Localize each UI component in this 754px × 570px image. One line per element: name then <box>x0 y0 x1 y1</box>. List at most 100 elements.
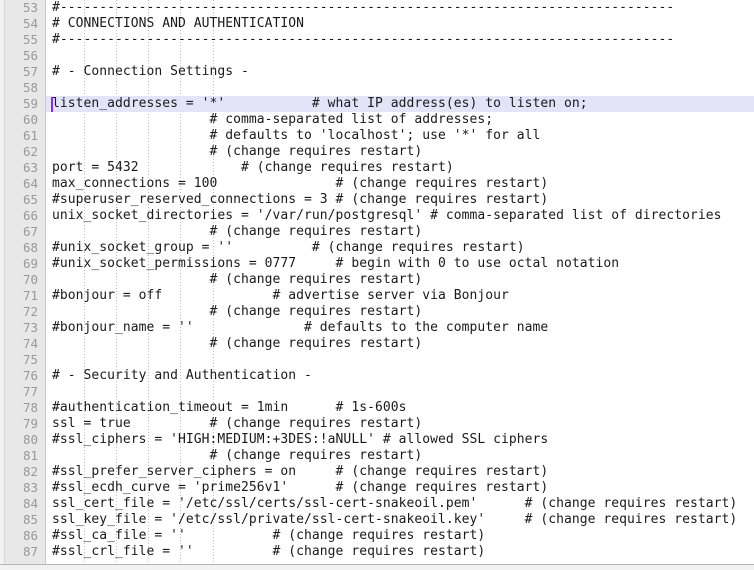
code-line[interactable]: 58 <box>0 80 754 96</box>
line-text: max_connections = 100 # (change requires… <box>52 176 549 191</box>
line-text: #ssl_ecdh_curve = 'prime256v1' # (change… <box>52 480 549 495</box>
code-line[interactable]: 75 <box>0 352 754 368</box>
line-text: # (change requires restart) <box>52 304 423 319</box>
code-line[interactable]: 67 # (change requires restart) <box>0 224 754 240</box>
line-text: #ssl_ciphers = 'HIGH:MEDIUM:+3DES:!aNULL… <box>52 432 549 447</box>
line-text: # - Connection Settings - <box>52 64 249 79</box>
code-line[interactable]: 63 port = 5432 # (change requires restart… <box>0 160 754 176</box>
line-text: ssl_cert_file = '/etc/ssl/certs/ssl-cert… <box>52 496 738 511</box>
code-line[interactable]: 84 ssl_cert_file = '/etc/ssl/certs/ssl-ce… <box>0 496 754 512</box>
line-text: # defaults to 'localhost'; use '*' for a… <box>52 128 541 143</box>
line-number: 61 <box>22 128 38 143</box>
line-number: 58 <box>22 80 38 95</box>
line-text: # (change requires restart) <box>52 224 423 239</box>
line-text: #authentication_timeout = 1min # 1s-600s <box>52 400 407 415</box>
line-text: # (change requires restart) <box>52 336 423 351</box>
line-text: #unix_socket_group = '' # (change requir… <box>52 240 525 255</box>
line-text: #ssl_ca_file = '' # (change requires res… <box>52 528 486 543</box>
code-line[interactable]: 57 # - Connection Settings - <box>0 64 754 80</box>
code-line[interactable]: 66 unix_socket_directories = '/var/run/po… <box>0 208 754 224</box>
line-number: 55 <box>22 32 38 47</box>
line-number: 86 <box>22 528 38 543</box>
line-number: 83 <box>22 480 38 495</box>
text-caret <box>51 97 53 112</box>
text-editor-view[interactable]: 53 #-------------------------------------… <box>0 0 754 570</box>
line-number: 63 <box>22 160 38 175</box>
code-line[interactable]: 74 # (change requires restart) <box>0 336 754 352</box>
line-text: # CONNECTIONS AND AUTHENTICATION <box>52 16 305 31</box>
code-line[interactable]: 79 ssl = true # (change requires restart) <box>0 416 754 432</box>
code-line[interactable]: 76 # - Security and Authentication - <box>0 368 754 384</box>
line-text: # - Security and Authentication - <box>52 368 312 383</box>
line-number: 72 <box>22 304 38 319</box>
code-line[interactable]: 59 listen_addresses = '*' # what IP addre… <box>0 96 754 112</box>
line-number: 67 <box>22 224 38 239</box>
code-line[interactable]: 55 #-------------------------------------… <box>0 32 754 48</box>
editor-bottom-rule <box>0 564 754 570</box>
line-number: 81 <box>22 448 38 463</box>
line-text: # (change requires restart) <box>52 144 423 159</box>
code-lines[interactable]: 53 #-------------------------------------… <box>0 0 754 560</box>
line-number: 68 <box>22 240 38 255</box>
line-text: ssl = true # (change requires restart) <box>52 416 423 431</box>
line-number: 71 <box>22 288 38 303</box>
line-number: 69 <box>22 256 38 271</box>
line-text: listen_addresses = '*' # what IP address… <box>52 96 588 111</box>
line-text: #bonjour_name = '' # defaults to the com… <box>52 320 549 335</box>
line-number: 56 <box>22 48 38 63</box>
line-number: 57 <box>22 64 38 79</box>
line-text: port = 5432 # (change requires restart) <box>52 160 454 175</box>
code-line[interactable]: 56 <box>0 48 754 64</box>
code-line[interactable]: 80 #ssl_ciphers = 'HIGH:MEDIUM:+3DES:!aNU… <box>0 432 754 448</box>
line-number: 66 <box>22 208 38 223</box>
code-line[interactable]: 62 # (change requires restart) <box>0 144 754 160</box>
editor-left-edge-strip <box>0 0 5 570</box>
line-number: 85 <box>22 512 38 527</box>
line-text: #---------------------------------------… <box>52 32 675 47</box>
line-number: 77 <box>22 384 38 399</box>
line-text: unix_socket_directories = '/var/run/post… <box>52 208 722 223</box>
line-number: 87 <box>22 544 38 559</box>
code-line[interactable]: 69 #unix_socket_permissions = 0777 # begi… <box>0 256 754 272</box>
line-number: 73 <box>22 320 38 335</box>
line-text: # (change requires restart) <box>52 448 423 463</box>
code-line[interactable]: 64 max_connections = 100 # (change requir… <box>0 176 754 192</box>
code-line[interactable]: 71 #bonjour = off # advertise server via … <box>0 288 754 304</box>
code-line[interactable]: 72 # (change requires restart) <box>0 304 754 320</box>
code-line[interactable]: 86 #ssl_ca_file = '' # (change requires r… <box>0 528 754 544</box>
line-text: #ssl_prefer_server_ciphers = on # (chang… <box>52 464 549 479</box>
line-text: ssl_key_file = '/etc/ssl/private/ssl-cer… <box>52 512 738 527</box>
line-text: #superuser_reserved_connections = 3 # (c… <box>52 192 549 207</box>
code-line[interactable]: 73 #bonjour_name = '' # defaults to the c… <box>0 320 754 336</box>
line-text: #ssl_crl_file = '' # (change requires re… <box>52 544 486 559</box>
line-text: #bonjour = off # advertise server via Bo… <box>52 288 509 303</box>
line-number: 53 <box>22 0 38 15</box>
code-line[interactable]: 68 #unix_socket_group = '' # (change requ… <box>0 240 754 256</box>
line-number: 64 <box>22 176 38 191</box>
line-number: 75 <box>22 352 38 367</box>
line-number: 74 <box>22 336 38 351</box>
code-line[interactable]: 83 #ssl_ecdh_curve = 'prime256v1' # (chan… <box>0 480 754 496</box>
code-line[interactable]: 78 #authentication_timeout = 1min # 1s-60… <box>0 400 754 416</box>
line-text: #---------------------------------------… <box>52 0 675 15</box>
code-line[interactable]: 81 # (change requires restart) <box>0 448 754 464</box>
line-number: 84 <box>22 496 38 511</box>
code-line[interactable]: 54 # CONNECTIONS AND AUTHENTICATION <box>0 16 754 32</box>
line-number: 54 <box>22 16 38 31</box>
code-line[interactable]: 60 # comma-separated list of addresses; <box>0 112 754 128</box>
code-line[interactable]: 53 #-------------------------------------… <box>0 0 754 16</box>
code-line[interactable]: 82 #ssl_prefer_server_ciphers = on # (cha… <box>0 464 754 480</box>
line-number: 78 <box>22 400 38 415</box>
code-line[interactable]: 61 # defaults to 'localhost'; use '*' fo… <box>0 128 754 144</box>
line-text: # (change requires restart) <box>52 272 423 287</box>
code-line[interactable]: 70 # (change requires restart) <box>0 272 754 288</box>
code-line[interactable]: 85 ssl_key_file = '/etc/ssl/private/ssl-c… <box>0 512 754 528</box>
line-text: # comma-separated list of addresses; <box>52 112 494 127</box>
line-number: 70 <box>22 272 38 287</box>
line-number: 82 <box>22 464 38 479</box>
line-number: 62 <box>22 144 38 159</box>
code-line[interactable]: 65 #superuser_reserved_connections = 3 # … <box>0 192 754 208</box>
code-line[interactable]: 77 <box>0 384 754 400</box>
code-line[interactable]: 87 #ssl_crl_file = '' # (change requires … <box>0 544 754 560</box>
line-number: 76 <box>22 368 38 383</box>
